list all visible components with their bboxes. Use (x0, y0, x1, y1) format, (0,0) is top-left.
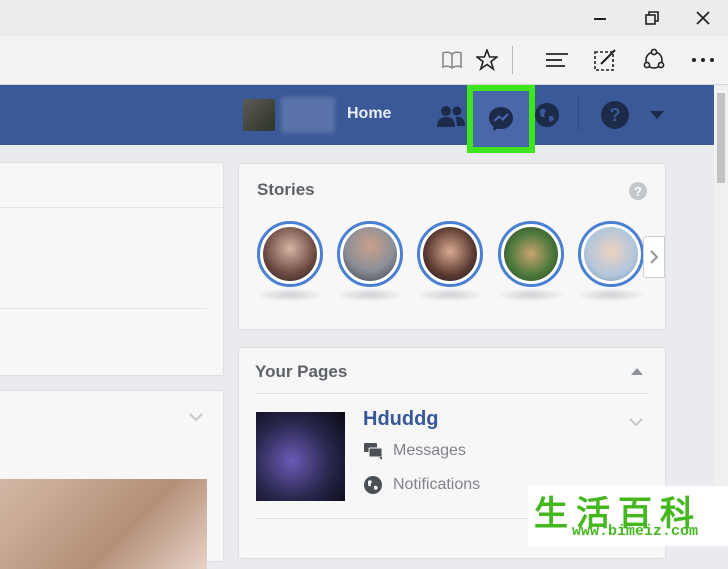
account-menu-button[interactable] (646, 105, 668, 125)
browser-toolbar (0, 36, 728, 85)
stories-title: Stories (257, 180, 315, 199)
favorite-button[interactable] (470, 44, 504, 76)
more-button[interactable] (686, 44, 720, 76)
window-titlebar (0, 0, 728, 36)
card-divider (255, 393, 649, 394)
header-divider (578, 97, 579, 131)
page-notifications-link[interactable]: Notifications (363, 475, 480, 495)
facebook-header: Home ? (0, 85, 728, 145)
minimize-icon (594, 18, 606, 20)
feed-post-card (0, 390, 224, 569)
story-shadow (496, 288, 566, 302)
chevron-down-icon[interactable] (629, 418, 643, 427)
share-icon (643, 48, 665, 69)
more-dots-icon (692, 58, 714, 62)
friend-requests-icon (437, 106, 465, 127)
story-avatar[interactable] (337, 221, 403, 287)
profile-name-blurred[interactable] (281, 97, 335, 133)
book-icon (442, 51, 462, 69)
notifications-button[interactable] (532, 100, 562, 130)
story-shadow (255, 288, 325, 302)
notifications-label: Notifications (393, 476, 481, 493)
toolbar-divider (512, 46, 513, 74)
help-button[interactable]: ? (599, 99, 631, 131)
story-avatar[interactable] (417, 221, 483, 287)
reading-view-button[interactable] (435, 44, 469, 76)
hub-button[interactable] (540, 44, 574, 76)
help-icon: ? (601, 101, 629, 129)
chevron-down-icon[interactable] (189, 413, 203, 422)
watermark: 生活百科 www.bimeiz.com (528, 486, 728, 546)
stories-next-button[interactable] (643, 236, 665, 278)
story-avatar[interactable] (578, 221, 644, 287)
share-button[interactable] (637, 44, 671, 76)
restore-button[interactable] (632, 4, 672, 32)
story-shadow (415, 288, 485, 302)
caret-down-icon (650, 110, 664, 119)
stories-help-icon[interactable]: ? (629, 182, 647, 200)
chevron-right-icon (650, 250, 658, 264)
your-pages-title: Your Pages (255, 362, 348, 381)
minimize-button[interactable] (580, 4, 620, 32)
globe-icon (535, 103, 559, 127)
globe-icon (364, 476, 382, 494)
card-divider (0, 308, 207, 309)
home-link[interactable]: Home (347, 105, 391, 123)
messages-icon (364, 443, 383, 460)
profile-avatar[interactable] (243, 99, 275, 131)
messages-label: Messages (393, 442, 466, 459)
restore-icon (645, 11, 659, 25)
friend-requests-button[interactable] (434, 101, 468, 131)
messenger-icon (489, 107, 513, 131)
page-messages-link[interactable]: Messages (363, 442, 466, 460)
close-button[interactable] (683, 4, 723, 32)
svg-text:?: ? (610, 105, 621, 125)
story-avatar[interactable] (257, 221, 323, 287)
messenger-button[interactable] (467, 85, 535, 153)
composer-card (0, 162, 224, 376)
collapse-caret-icon[interactable] (631, 368, 643, 375)
page-thumbnail[interactable] (256, 412, 345, 501)
stories-card: Stories ? (238, 163, 666, 330)
web-note-icon (594, 49, 616, 71)
story-avatar[interactable] (498, 221, 564, 287)
scrollbar-thumb[interactable] (717, 93, 725, 183)
close-icon (696, 11, 710, 25)
story-shadow (576, 288, 646, 302)
post-photo[interactable] (0, 479, 207, 569)
page-scrollbar[interactable] (714, 85, 728, 546)
hub-lines-icon (546, 53, 568, 67)
star-icon (476, 49, 498, 71)
page-name-link[interactable]: Hduddg (363, 408, 439, 431)
web-note-button[interactable] (588, 44, 622, 76)
card-divider (0, 207, 223, 208)
watermark-url: www.bimeiz.com (572, 523, 699, 540)
story-shadow (335, 288, 405, 302)
